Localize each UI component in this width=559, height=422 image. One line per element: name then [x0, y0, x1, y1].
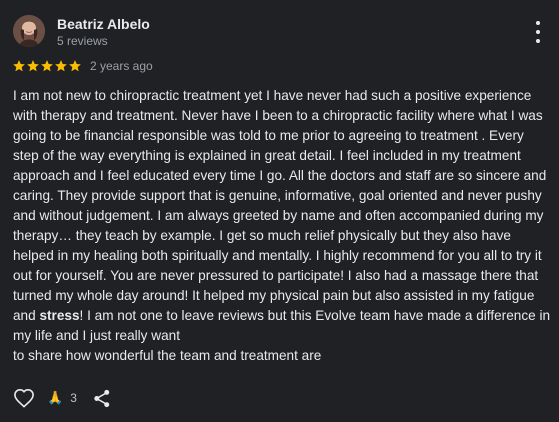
avatar[interactable]: [13, 15, 45, 47]
more-dot-icon: [536, 39, 540, 43]
star-rating: [12, 59, 82, 73]
author-name[interactable]: Beatriz Albelo: [57, 17, 150, 31]
review-text-bold: stress: [39, 308, 80, 323]
star-icon: [41, 60, 53, 72]
share-icon: [94, 389, 110, 407]
author-info: Beatriz Albelo 5 reviews: [57, 16, 150, 47]
star-icon: [13, 60, 25, 72]
heart-outline-icon: [14, 388, 34, 408]
star-icon: [69, 60, 81, 72]
star-icon: [55, 60, 67, 72]
review-card: Beatriz Albelo 5 reviews 2 years ago I a…: [0, 0, 559, 422]
more-dot-icon: [536, 30, 540, 34]
reaction-button[interactable]: 🙏 3: [47, 390, 77, 406]
review-text-last-line: to share how wonderful the team and trea…: [13, 348, 322, 363]
review-text-part: ! I am not one to leave reviews but this…: [13, 308, 551, 343]
review-actions: 🙏 3: [12, 386, 113, 410]
rating-row: 2 years ago: [12, 59, 153, 73]
review-header: Beatriz Albelo 5 reviews: [13, 15, 150, 47]
more-dot-icon: [536, 21, 540, 25]
more-options-button[interactable]: [528, 21, 548, 43]
avatar-image: [13, 15, 45, 47]
author-review-count[interactable]: 5 reviews: [57, 35, 150, 47]
review-text-part: I am not new to chiropractic treatment y…: [13, 88, 547, 323]
folded-hands-icon: 🙏: [47, 390, 64, 405]
review-text: I am not new to chiropractic treatment y…: [13, 86, 553, 366]
reaction-count: 3: [70, 391, 77, 405]
like-button[interactable]: [12, 386, 36, 410]
review-date: 2 years ago: [90, 59, 153, 73]
star-icon: [27, 60, 39, 72]
share-button[interactable]: [91, 387, 113, 409]
